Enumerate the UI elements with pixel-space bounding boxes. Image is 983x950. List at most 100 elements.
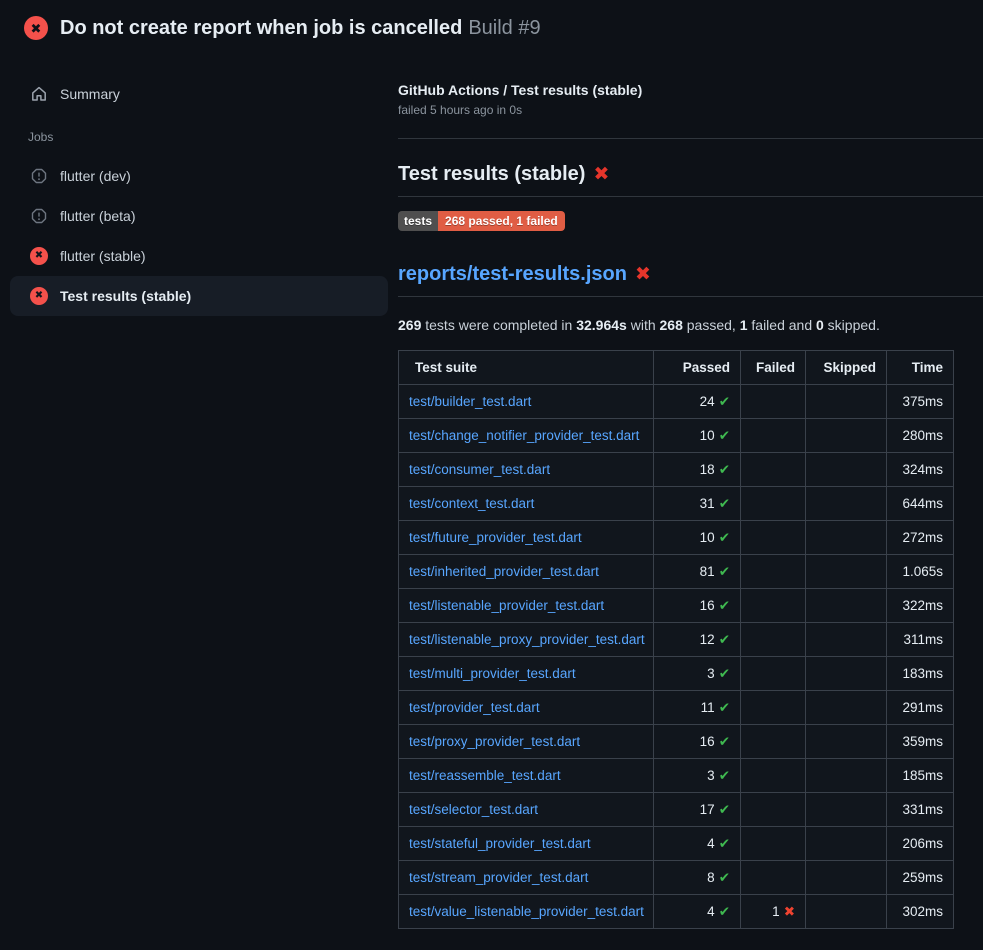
build-header: ✖ Do not create report when job is cance…	[0, 0, 983, 56]
pass-check-icon: ✔	[719, 700, 730, 715]
summary-text: failed and	[748, 317, 817, 333]
test-suite-link[interactable]: test/context_test.dart	[409, 496, 534, 511]
jobs-list: flutter (dev) flutter (beta) ✖flutter (sta…	[0, 156, 398, 316]
time-cell: 324ms	[887, 453, 954, 487]
failed-cell	[741, 487, 806, 521]
test-suite-cell: test/consumer_test.dart	[399, 453, 654, 487]
badge-value: 268 passed, 1 failed	[438, 211, 565, 231]
sidebar-item-flutter-stable-[interactable]: ✖flutter (stable)	[10, 236, 388, 276]
sidebar-item-label: Test results (stable)	[60, 288, 191, 304]
passed-cell: 3✔	[654, 657, 741, 691]
skipped-cell	[806, 895, 887, 929]
tests-badge[interactable]: tests 268 passed, 1 failed	[398, 211, 565, 231]
pass-check-icon: ✔	[719, 598, 730, 613]
pass-check-icon: ✔	[719, 530, 730, 545]
report-title: reports/test-results.json✖	[398, 263, 983, 297]
failed-icon: ✖	[30, 247, 48, 265]
passed-cell: 4✔	[654, 895, 741, 929]
test-suite-link[interactable]: test/stream_provider_test.dart	[409, 870, 588, 885]
failed-cell	[741, 861, 806, 895]
skipped-cell	[806, 759, 887, 793]
test-suite-link[interactable]: test/reassemble_test.dart	[409, 768, 561, 783]
test-suite-link[interactable]: test/inherited_provider_test.dart	[409, 564, 599, 579]
test-suite-link[interactable]: test/multi_provider_test.dart	[409, 666, 576, 681]
test-suite-link[interactable]: test/selector_test.dart	[409, 802, 538, 817]
failed-cell	[741, 555, 806, 589]
passed-cell: 12✔	[654, 623, 741, 657]
pass-check-icon: ✔	[719, 768, 730, 783]
skipped-cell	[806, 827, 887, 861]
table-row: test/proxy_provider_test.dart16✔359ms	[399, 725, 954, 759]
skipped-cell	[806, 691, 887, 725]
table-row: test/consumer_test.dart 18✔ 324ms	[399, 453, 954, 487]
failed-icon: ✖	[30, 287, 48, 305]
skipped-cell	[806, 657, 887, 691]
summary-number: 1	[740, 317, 748, 333]
skipped-cell	[806, 419, 887, 453]
test-suite-link[interactable]: test/change_notifier_provider_test.dart	[409, 428, 639, 443]
report-link[interactable]: reports/test-results.json	[398, 263, 627, 285]
test-suite-link[interactable]: test/provider_test.dart	[409, 700, 540, 715]
fail-x-icon: ✖	[784, 904, 795, 919]
test-suite-cell: test/change_notifier_provider_test.dart	[399, 419, 654, 453]
test-suite-link[interactable]: test/listenable_proxy_provider_test.dart	[409, 632, 645, 647]
time-cell: 206ms	[887, 827, 954, 861]
test-suite-link[interactable]: test/value_listenable_provider_test.dart	[409, 904, 644, 919]
test-suite-cell: test/listenable_provider_test.dart	[399, 589, 654, 623]
test-suite-cell: test/stream_provider_test.dart	[399, 861, 654, 895]
test-suite-link[interactable]: test/consumer_test.dart	[409, 462, 550, 477]
sidebar-item-summary[interactable]: Summary	[10, 78, 388, 110]
time-cell: 1.065s	[887, 555, 954, 589]
skipped-cell	[806, 453, 887, 487]
pass-check-icon: ✔	[719, 870, 730, 885]
table-row: test/builder_test.dart 24✔ 375ms	[399, 385, 954, 419]
test-suite-link[interactable]: test/stateful_provider_test.dart	[409, 836, 591, 851]
test-suite-cell: test/builder_test.dart	[399, 385, 654, 419]
summary-text: with	[627, 317, 660, 333]
time-cell: 259ms	[887, 861, 954, 895]
passed-cell: 18✔	[654, 453, 741, 487]
sidebar-item-flutter-beta-[interactable]: flutter (beta)	[10, 196, 388, 236]
test-suite-cell: test/proxy_provider_test.dart	[399, 725, 654, 759]
passed-cell: 10✔	[654, 419, 741, 453]
passed-cell: 81✔	[654, 555, 741, 589]
passed-cell: 10✔	[654, 521, 741, 555]
table-row: test/provider_test.dart11✔291ms	[399, 691, 954, 725]
time-cell: 359ms	[887, 725, 954, 759]
pass-check-icon: ✔	[719, 428, 730, 443]
failed-cell	[741, 453, 806, 487]
pass-check-icon: ✔	[719, 836, 730, 851]
sidebar-item-flutter-dev-[interactable]: flutter (dev)	[10, 156, 388, 196]
build-title: Do not create report when job is cancell…	[60, 17, 462, 39]
skipped-cell	[806, 861, 887, 895]
skipped-cell	[806, 385, 887, 419]
time-cell: 375ms	[887, 385, 954, 419]
time-cell: 644ms	[887, 487, 954, 521]
failed-cell	[741, 589, 806, 623]
run-breadcrumb: GitHub Actions / Test results (stable)	[398, 82, 983, 98]
test-suite-cell: test/listenable_proxy_provider_test.dart	[399, 623, 654, 657]
pass-check-icon: ✔	[719, 462, 730, 477]
sidebar-item-label: flutter (beta)	[60, 208, 135, 224]
table-row: test/value_listenable_provider_test.dart…	[399, 895, 954, 929]
table-row: test/listenable_provider_test.dart16✔322…	[399, 589, 954, 623]
header-divider	[398, 138, 983, 139]
test-suite-link[interactable]: test/builder_test.dart	[409, 394, 531, 409]
badge-label: tests	[398, 211, 438, 231]
failed-cell	[741, 419, 806, 453]
skipped-cell	[806, 555, 887, 589]
table-row: test/stream_provider_test.dart8✔259ms	[399, 861, 954, 895]
sidebar-item-label: Summary	[60, 86, 120, 102]
summary-number: 268	[660, 317, 683, 333]
passed-cell: 4✔	[654, 827, 741, 861]
table-row: test/stateful_provider_test.dart 4✔ 206ms	[399, 827, 954, 861]
test-suite-cell: test/inherited_provider_test.dart	[399, 555, 654, 589]
pass-check-icon: ✔	[719, 496, 730, 511]
col-passed: Passed	[654, 351, 741, 385]
sidebar-item-test-results-stable-[interactable]: ✖ Test results (stable)	[10, 276, 388, 316]
pass-check-icon: ✔	[719, 904, 730, 919]
test-suite-link[interactable]: test/proxy_provider_test.dart	[409, 734, 580, 749]
passed-cell: 24✔	[654, 385, 741, 419]
test-suite-link[interactable]: test/future_provider_test.dart	[409, 530, 582, 545]
test-suite-link[interactable]: test/listenable_provider_test.dart	[409, 598, 604, 613]
